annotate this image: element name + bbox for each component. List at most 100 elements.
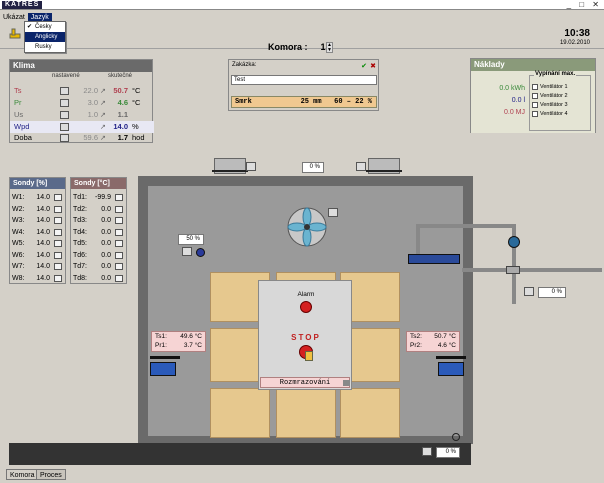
col-actual-header: skutečné <box>108 73 133 79</box>
klima-row: Us 1.0 ↗ 1.1 <box>10 109 154 121</box>
fan-checkbox-1[interactable]: Ventilátor 1 <box>532 83 568 91</box>
vent-left-flap <box>212 170 248 172</box>
lang-option-russian[interactable]: Rusky <box>25 42 65 52</box>
fan-checkbox-3[interactable]: Ventilátor 3 <box>532 101 568 109</box>
lang-option-english[interactable]: Anglicky <box>25 32 65 42</box>
komora-value[interactable]: 1 <box>312 42 326 52</box>
klima-set-value: 59.6 <box>83 133 98 142</box>
sonda-toggle-icon[interactable] <box>54 205 62 213</box>
lang-option-czech[interactable]: ✔ Česky <box>25 22 65 32</box>
sonda-label: Td1: <box>73 194 88 201</box>
klima-label: Pr <box>14 98 22 107</box>
title-bar: KATRES _ □ ✕ <box>0 0 604 10</box>
sonda-row: Td4: 0.0 <box>73 227 127 238</box>
sonda-toggle-icon[interactable] <box>115 205 123 213</box>
sonda-toggle-icon[interactable] <box>54 217 62 224</box>
sonda-toggle-icon[interactable] <box>115 228 123 236</box>
klima-label: Doba <box>14 133 32 142</box>
klima-actual-value: 4.6 <box>117 98 128 107</box>
sonda-toggle-icon[interactable] <box>115 217 123 224</box>
klima-actual-value: 1.1 <box>117 110 128 119</box>
floor-settings-icon[interactable] <box>422 447 432 456</box>
komora-label: Komora : <box>268 42 308 52</box>
komora-spinner[interactable]: ▲ ▼ <box>326 42 333 53</box>
sonda-label: W6: <box>12 251 25 259</box>
lumber-stack <box>276 388 336 438</box>
naklady-panel: Náklady 0.0 kWh 0.0 l 0.0 MJ Vypínání ma… <box>470 58 596 133</box>
edit-icon[interactable] <box>60 134 69 142</box>
sonda-label: Td6: <box>73 251 88 259</box>
cost-mj: 0.0 MJ <box>503 109 525 116</box>
sonda-label: W4: <box>12 228 25 236</box>
sonda-value: 0.0 <box>101 263 111 270</box>
program-bar[interactable]: Smrk 25 mm 60 – 22 % <box>231 96 377 108</box>
fan-cutoff-title: Vypínání max. <box>534 71 577 77</box>
sonda-row: W1: 14.0 <box>12 192 66 203</box>
edit-icon[interactable] <box>60 99 69 107</box>
sonda-label: W3: <box>12 217 25 224</box>
sonda-toggle-icon[interactable] <box>54 274 62 282</box>
vent-left-icon[interactable] <box>246 162 256 171</box>
cancel-icon[interactable]: ✖ <box>369 63 377 71</box>
tab-proces[interactable]: Proces <box>36 469 66 480</box>
sonda-toggle-icon[interactable] <box>115 240 123 247</box>
sonda-toggle-icon[interactable] <box>54 194 62 201</box>
fan-checkbox-2[interactable]: Ventilátor 2 <box>532 92 568 100</box>
sonda-row: W6: 14.0 <box>12 250 66 261</box>
sonda-label: W2: <box>12 205 25 213</box>
vent-right-icon[interactable] <box>356 162 366 171</box>
sonda-toggle-icon[interactable] <box>54 228 62 236</box>
left-damper-icon[interactable] <box>182 247 192 256</box>
sondy-temp-panel: Sondy [°C] Td1: -99.9 Td2: 0.0 Td3: 0.0 Td4: 0.… <box>70 177 127 284</box>
left-ts-value: 49.6 °C <box>180 333 202 340</box>
left-pr-value: 3.7 °C <box>183 342 202 349</box>
sonda-row: W3: 14.0 <box>12 215 66 226</box>
sonda-toggle-icon[interactable] <box>54 263 62 270</box>
sonda-toggle-icon[interactable] <box>115 251 123 259</box>
hand-icon[interactable] <box>9 27 23 41</box>
right-sensor-box: Ts2: 50.7 °C Pr2: 4.6 °C <box>406 331 460 352</box>
mode-edit-icon[interactable] <box>343 380 350 386</box>
heat-pipe-main <box>462 268 602 272</box>
sondy-temp-title: Sondy [°C] <box>71 178 126 189</box>
sonda-toggle-icon[interactable] <box>115 194 123 201</box>
klima-label: Ts <box>14 86 22 95</box>
sonda-value: 14.0 <box>36 194 50 201</box>
klima-actual-value: 1.7 <box>117 133 128 142</box>
sonda-toggle-icon[interactable] <box>54 251 62 259</box>
tab-komora[interactable]: Komora <box>6 469 39 480</box>
sonda-toggle-icon[interactable] <box>115 274 123 282</box>
sonda-toggle-icon[interactable] <box>115 263 123 270</box>
sonda-row: W7: 14.0 <box>12 261 66 272</box>
klima-set-value: 22.0 <box>83 86 98 95</box>
left-humidifier <box>150 362 176 376</box>
edit-icon[interactable] <box>60 123 69 131</box>
zakazka-input[interactable]: Test <box>231 75 377 85</box>
right-pr-value: 4.6 °C <box>437 342 456 349</box>
sonda-value: 0.0 <box>101 251 111 259</box>
right-ts-value: 50.7 °C <box>434 333 456 340</box>
valve-settings-icon[interactable] <box>524 287 534 296</box>
heat-exchanger <box>408 254 460 264</box>
window-controls[interactable]: _ □ ✕ <box>567 0 602 9</box>
clock-time: 10:38 <box>564 28 590 39</box>
fan-settings-icon[interactable] <box>328 208 338 217</box>
fan-checkbox-4[interactable]: Ventilátor 4 <box>532 110 568 118</box>
left-pr-label: Pr1: <box>155 342 167 349</box>
klima-row: Doba 59.6 ↗ 1.7 hod <box>10 132 154 144</box>
sonda-value: 14.0 <box>36 228 50 236</box>
sondy-moisture-panel: Sondy [%] W1: 14.0 W2: 14.0 W3: 14.0 W4: 14.0 W5… <box>9 177 66 284</box>
sonda-label: W1: <box>12 194 25 201</box>
edit-icon[interactable] <box>60 87 69 95</box>
confirm-icon[interactable]: ✔ <box>360 63 368 71</box>
sonda-row: Td8: 0.0 <box>73 273 127 284</box>
edit-icon[interactable] <box>60 111 69 119</box>
klima-panel: Klima nastavené skutečné Ts 22.0 ↗ 50.7 °C Pr… <box>9 59 154 144</box>
control-panel: Alarm STOP Rozmrazování <box>258 280 352 390</box>
sonda-value: 0.0 <box>101 240 111 247</box>
sonda-label: Td8: <box>73 274 88 282</box>
app-logo: KATRES <box>2 1 43 9</box>
top-vent-gauge: 0 % <box>302 162 324 173</box>
sonda-row: Td7: 0.0 <box>73 261 127 272</box>
sonda-toggle-icon[interactable] <box>54 240 62 247</box>
